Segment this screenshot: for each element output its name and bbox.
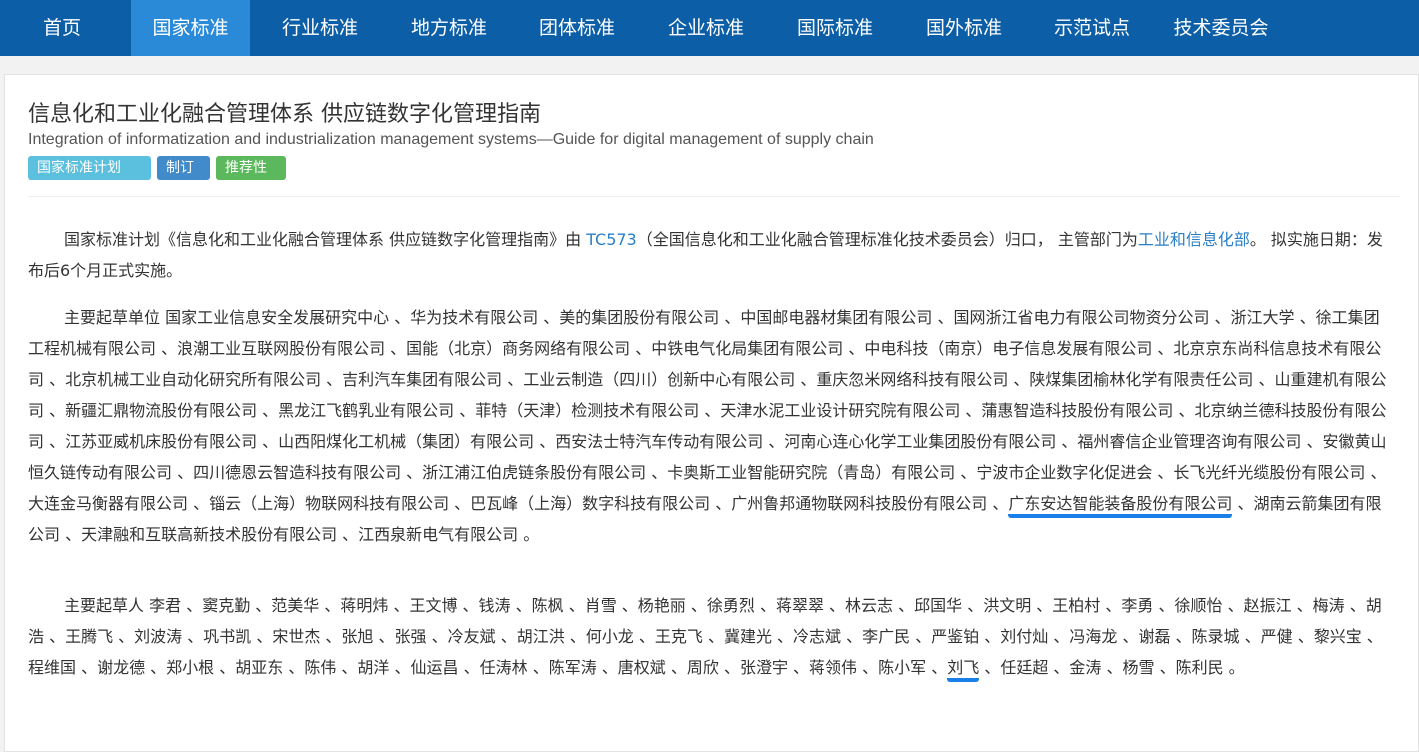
nav-technical-committee[interactable]: 技术委员会: [1160, 0, 1282, 56]
nav-foreign-standard[interactable]: 国外标准: [912, 0, 1016, 56]
tc573-link[interactable]: TC573: [586, 230, 637, 249]
standard-title-en: Integration of informatization and indus…: [28, 131, 874, 148]
drafting-units-label: 主要起草单位: [64, 308, 161, 327]
section-divider: [28, 196, 1400, 197]
nav-group-standard[interactable]: 团体标准: [525, 0, 629, 56]
drafting-units-paragraph: 主要起草单位 国家工业信息安全发展研究中心 、华为技术有限公司 、美的集团股份有…: [28, 308, 1387, 544]
standard-title-cn: 信息化和工业化融合管理体系 供应链数字化管理指南: [28, 102, 541, 127]
intro-paragraph: 国家标准计划《信息化和工业化融合管理体系 供应链数字化管理指南》由 TC573（…: [28, 230, 1383, 280]
highlighted-unit: 广东安达智能装备股份有限公司: [1008, 494, 1233, 518]
highlighted-drafter: 刘飞: [947, 658, 980, 682]
badge-formulate: 制订: [157, 156, 210, 180]
department-link[interactable]: 工业和信息化部: [1138, 230, 1250, 249]
badge-plan: 国家标准计划: [28, 156, 151, 180]
top-nav: 首页 国家标准 行业标准 地方标准 团体标准 企业标准 国际标准 国外标准 示范…: [0, 0, 1419, 56]
nav-home[interactable]: 首页: [26, 0, 98, 56]
badge-recommended: 推荐性: [216, 156, 286, 180]
nav-local-standard[interactable]: 地方标准: [397, 0, 501, 56]
drafters-label: 主要起草人: [64, 596, 145, 615]
drafters-paragraph: 主要起草人 李君 、窦克勤 、范美华 、蒋明炜 、王文博 、钱涛 、陈枫 、肖雪…: [28, 590, 1390, 683]
nav-international-standard[interactable]: 国际标准: [783, 0, 887, 56]
nav-enterprise-standard[interactable]: 企业标准: [654, 0, 758, 56]
nav-industry-standard[interactable]: 行业标准: [268, 0, 372, 56]
nav-demo-pilot[interactable]: 示范试点: [1040, 0, 1144, 56]
nav-national-standard[interactable]: 国家标准: [131, 0, 250, 56]
